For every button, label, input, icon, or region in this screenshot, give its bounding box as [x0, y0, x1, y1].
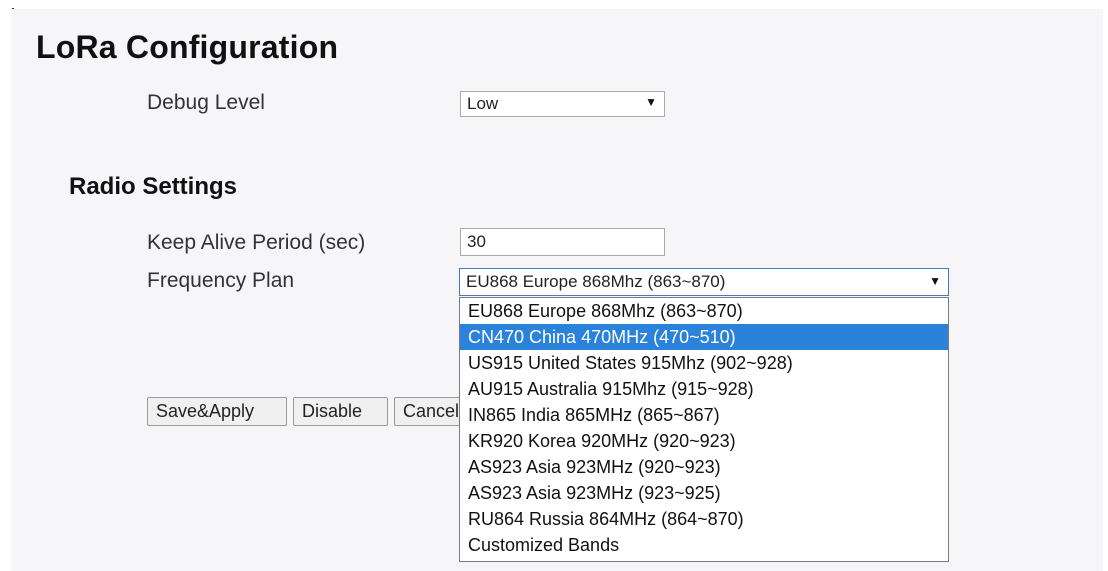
debug-level-select[interactable]: Low ▼ [460, 91, 665, 117]
keep-alive-label: Keep Alive Period (sec) [147, 231, 366, 254]
keep-alive-input[interactable] [460, 228, 665, 256]
dropdown-arrow-icon: ▼ [645, 95, 657, 109]
frequency-option[interactable]: CN470 China 470MHz (470~510) [460, 324, 948, 350]
radio-settings-title: Radio Settings [69, 173, 238, 200]
frequency-option[interactable]: Customized Bands [460, 532, 948, 558]
frequency-option[interactable]: RU864 Russia 864MHz (864~870) [460, 506, 948, 532]
frequency-option[interactable]: US915 United States 915Mhz (902~928) [460, 350, 948, 376]
frequency-plan-select[interactable]: EU868 Europe 868Mhz (863~870) ▼ [459, 268, 949, 296]
frequency-option[interactable]: AU915 Australia 915Mhz (915~928) [460, 376, 948, 402]
save-apply-button[interactable]: Save&Apply [147, 397, 287, 426]
debug-level-value: Low [467, 94, 499, 113]
frequency-option[interactable]: AS923 Asia 923MHz (920~923) [460, 454, 948, 480]
debug-level-label: Debug Level [147, 91, 265, 114]
frequency-plan-value: EU868 Europe 868Mhz (863~870) [466, 272, 726, 291]
cancel-button[interactable]: Cancel [394, 397, 464, 426]
frequency-option[interactable]: KR920 Korea 920MHz (920~923) [460, 428, 948, 454]
frequency-plan-label: Frequency Plan [147, 269, 295, 292]
disable-button[interactable]: Disable [293, 397, 388, 426]
frequency-option[interactable]: AS923 Asia 923MHz (923~925) [460, 480, 948, 506]
frequency-option[interactable]: IN865 India 865MHz (865~867) [460, 402, 948, 428]
page-title: LoRa Configuration [36, 29, 339, 65]
frequency-option[interactable]: EU868 Europe 868Mhz (863~870) [460, 298, 948, 324]
frequency-plan-options[interactable]: EU868 Europe 868Mhz (863~870) CN470 Chin… [459, 297, 949, 562]
dropdown-arrow-icon: ▼ [929, 274, 941, 288]
